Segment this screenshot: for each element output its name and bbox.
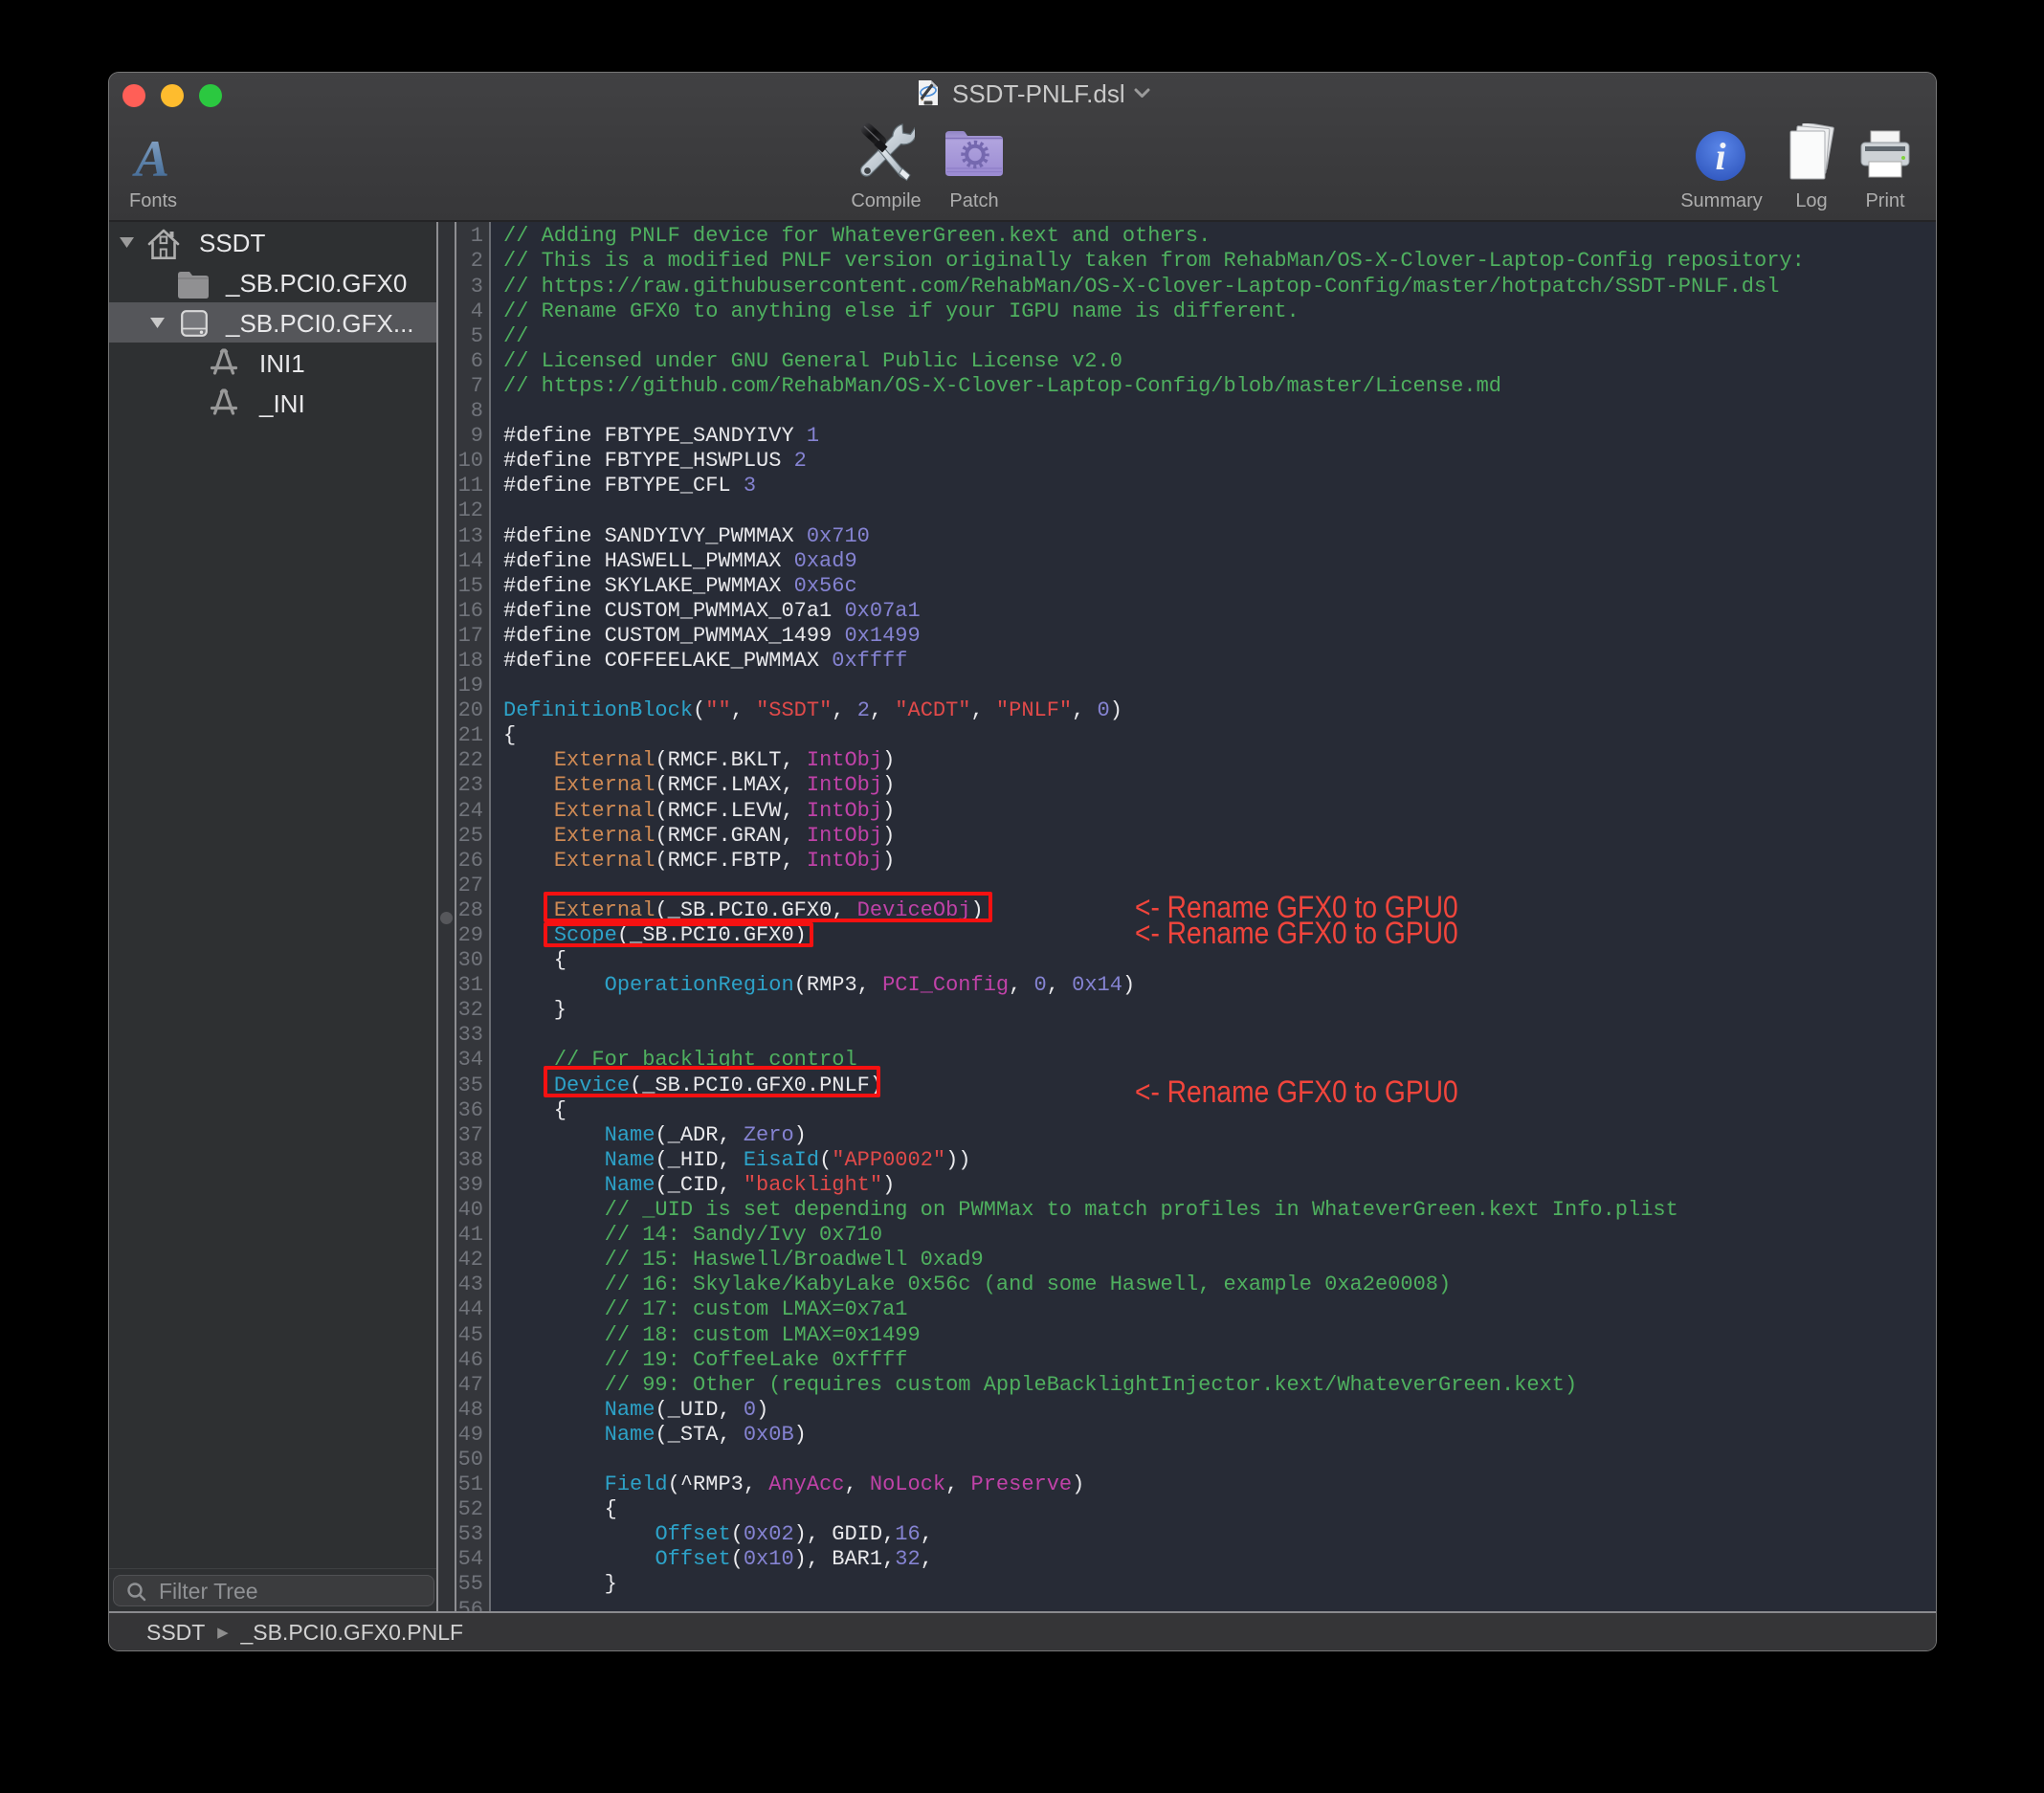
svg-text:A: A bbox=[132, 134, 169, 182]
svg-text:i: i bbox=[1715, 135, 1725, 178]
